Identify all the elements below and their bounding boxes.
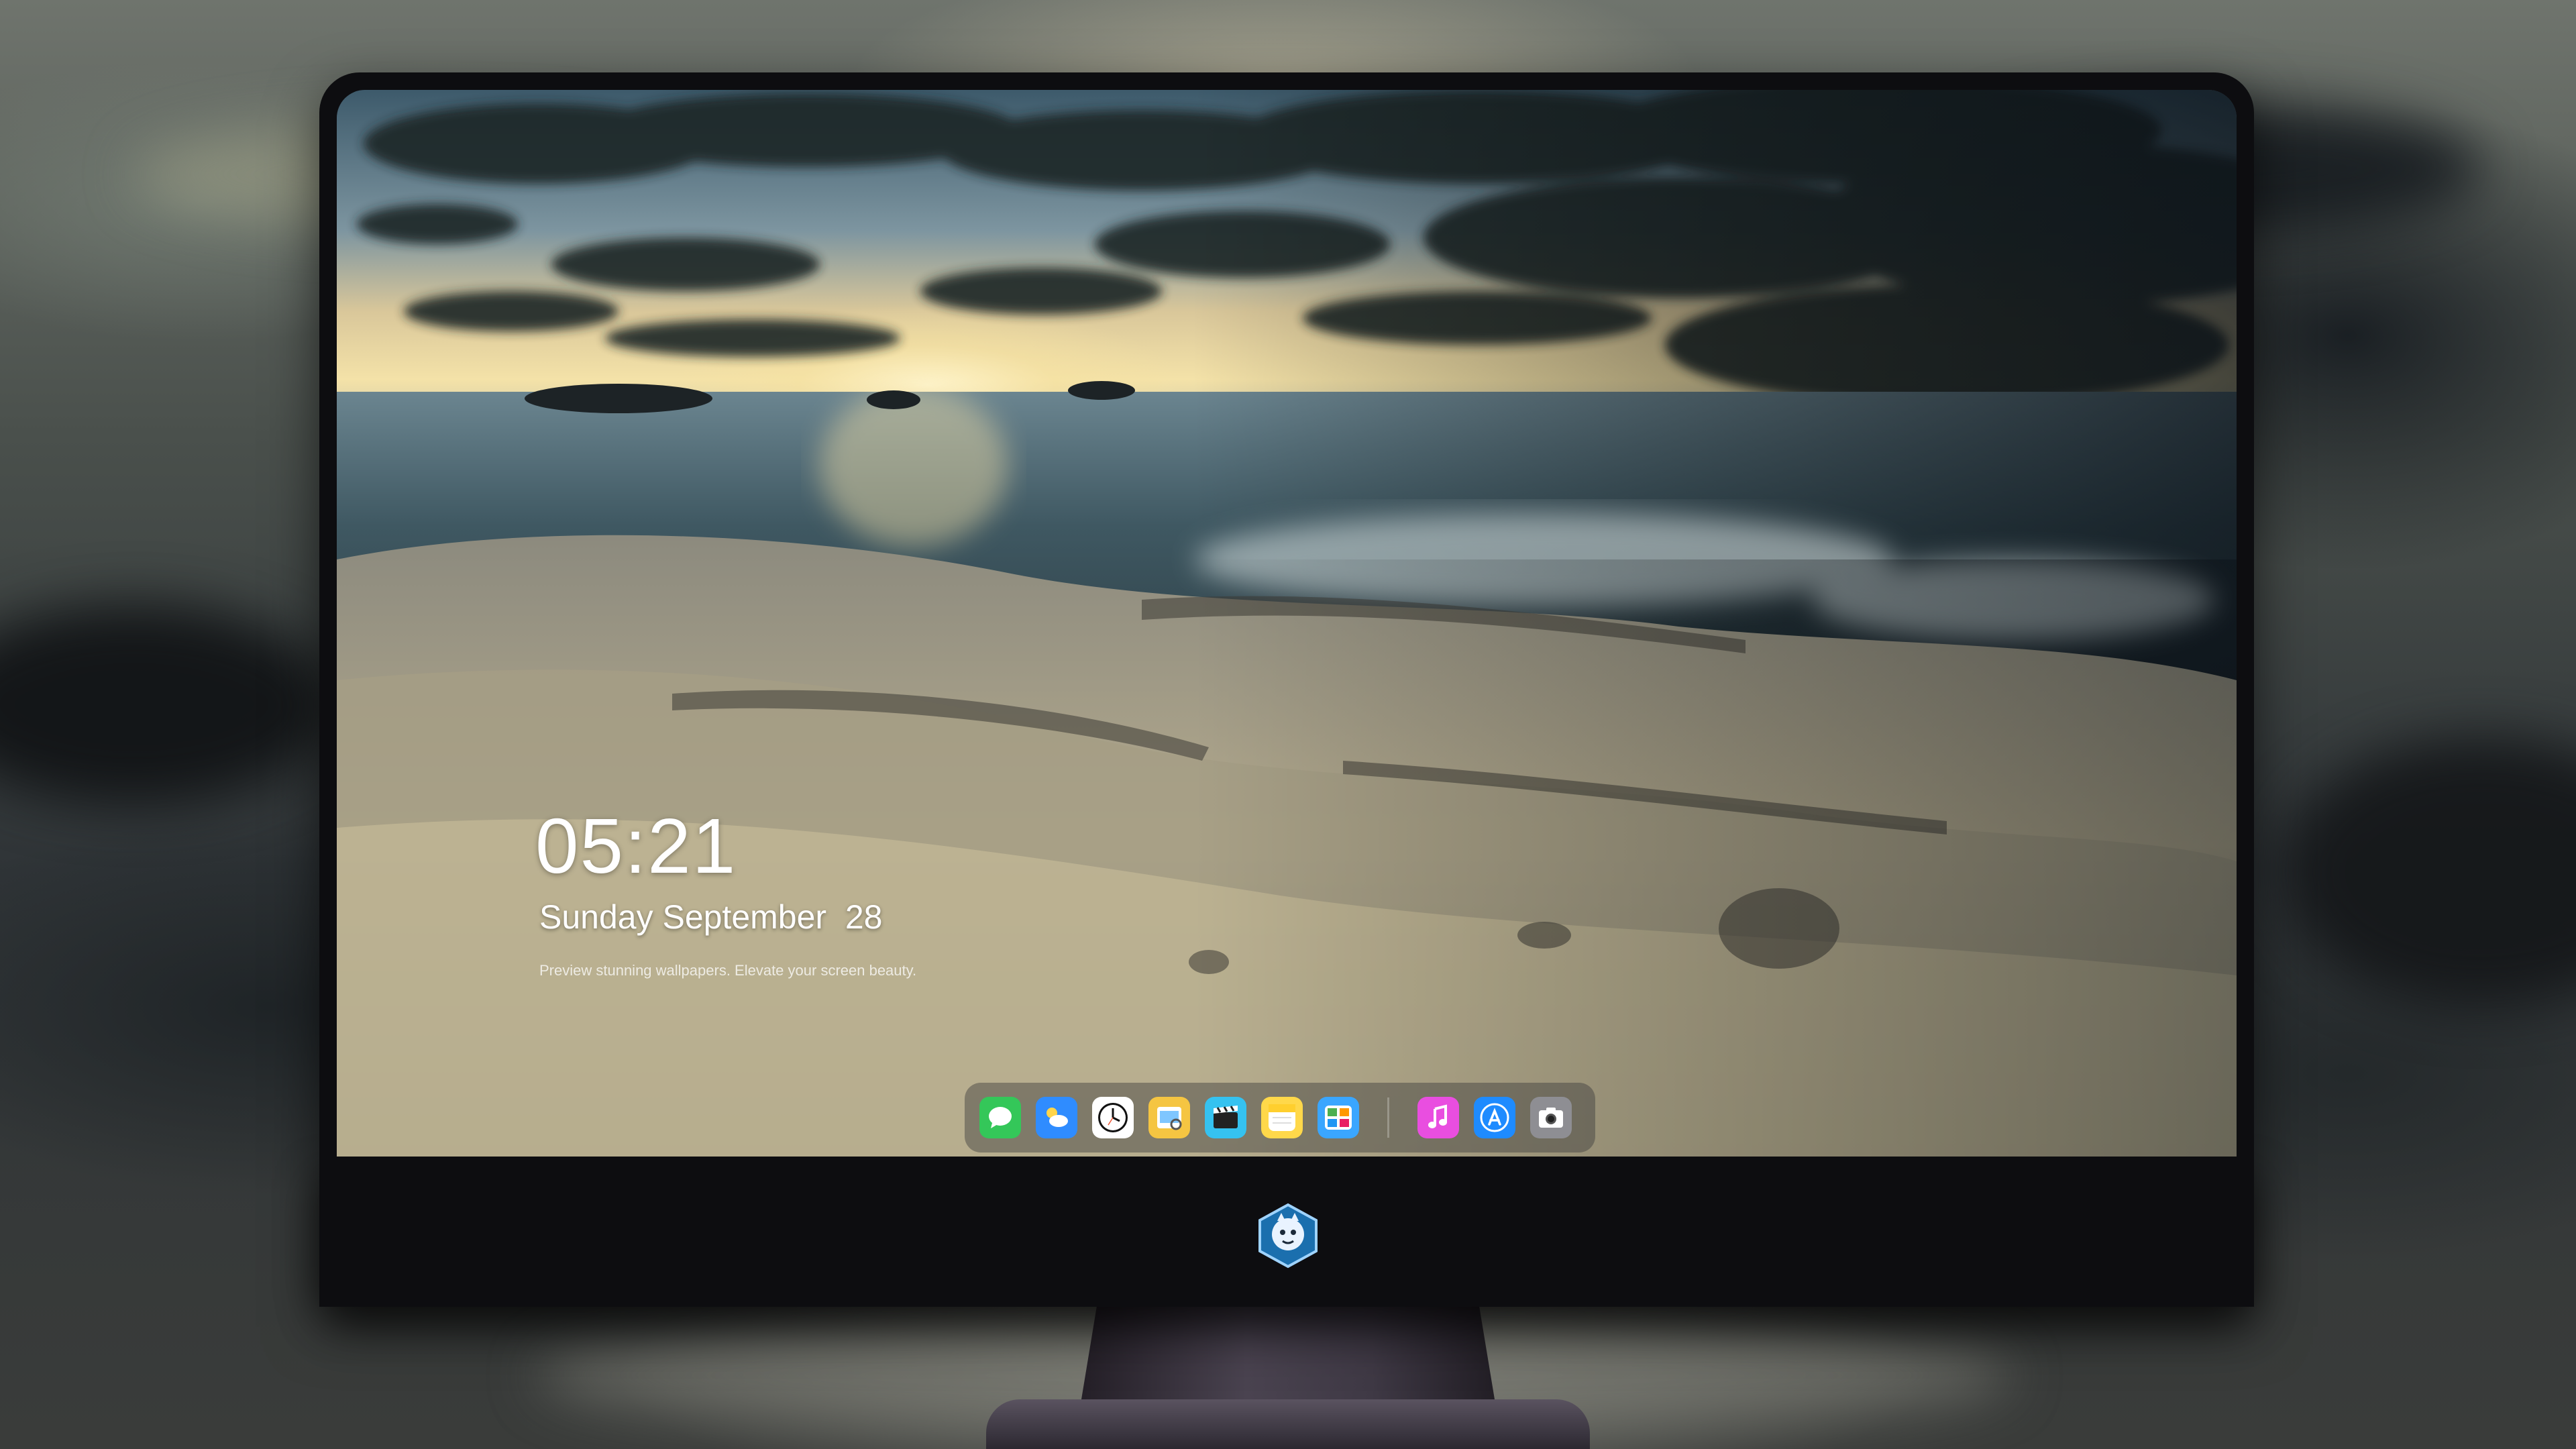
messages-icon[interactable] (979, 1097, 1021, 1138)
lock-date: Sunday September 28 (539, 898, 883, 936)
wallpaper-seascape (337, 90, 2237, 1157)
preview-icon[interactable] (1148, 1097, 1190, 1138)
monitor-bezel: 05:21 Sunday September 28 Preview stunni… (319, 72, 2254, 1307)
brand-logo-icon (1258, 1203, 1318, 1269)
lock-screen[interactable]: 05:21 Sunday September 28 Preview stunni… (337, 90, 2237, 1157)
lock-tagline: Preview stunning wallpapers. Elevate you… (539, 962, 917, 979)
photos-gallery-icon[interactable] (1318, 1097, 1359, 1138)
app-dock (965, 1083, 1595, 1152)
dock-divider (1387, 1097, 1389, 1138)
monitor-stand-neck (1080, 1307, 1496, 1407)
lock-clock-time: 05:21 (535, 802, 737, 890)
music-icon[interactable] (1417, 1097, 1459, 1138)
clock-icon[interactable] (1092, 1097, 1134, 1138)
app-store-icon[interactable] (1474, 1097, 1515, 1138)
camera-icon[interactable] (1530, 1097, 1572, 1138)
notes-icon[interactable] (1261, 1097, 1303, 1138)
monitor-stand-base (986, 1399, 1590, 1449)
weather-icon[interactable] (1036, 1097, 1077, 1138)
clips-icon[interactable] (1205, 1097, 1246, 1138)
